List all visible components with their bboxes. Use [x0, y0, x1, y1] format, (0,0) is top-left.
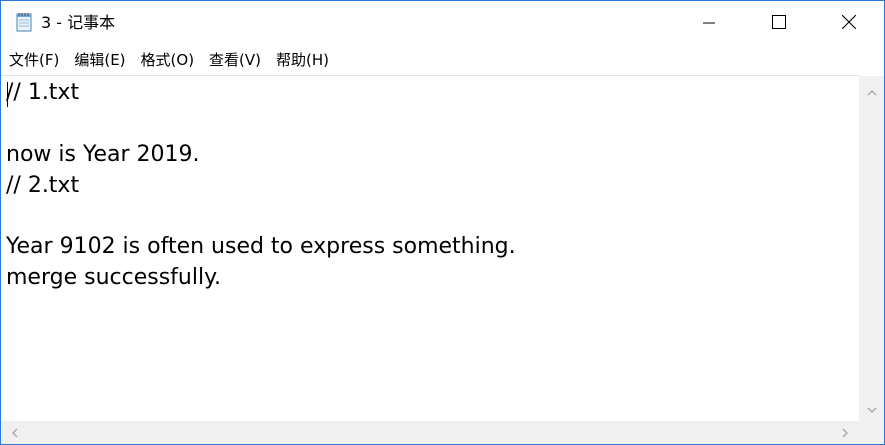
vertical-scrollbar[interactable]: [859, 76, 884, 421]
menu-file[interactable]: 文件(F): [1, 46, 66, 74]
window-title: 3 - 记事本: [41, 13, 116, 32]
chevron-right-icon: [842, 423, 848, 442]
horizontal-scrollbar[interactable]: [1, 421, 859, 444]
text-line-1: // 1.txt: [6, 80, 80, 105]
chevron-up-icon: [867, 81, 877, 100]
text-line-3: now is Year 2019.: [6, 142, 200, 167]
minimize-button[interactable]: [674, 1, 744, 45]
notepad-icon[interactable]: [14, 12, 34, 32]
maximize-button[interactable]: [744, 1, 814, 45]
close-button[interactable]: [814, 1, 884, 45]
maximize-icon: [772, 14, 786, 33]
menu-view[interactable]: 查看(V): [202, 46, 268, 74]
notepad-window: 3 - 记事本 文件(F) 编辑(E) 格式(O) 查看(V) 帮助(H) //…: [0, 0, 885, 445]
text-line-6: Year 9102 is often used to express somet…: [6, 234, 516, 259]
scroll-up-button[interactable]: [859, 78, 884, 102]
text-line-4: // 2.txt: [6, 173, 80, 198]
scroll-left-button[interactable]: [3, 421, 27, 444]
text-editor[interactable]: // 1.txt now is Year 2019. // 2.txt Year…: [1, 75, 859, 422]
chevron-left-icon: [12, 423, 18, 442]
menu-help[interactable]: 帮助(H): [269, 46, 336, 74]
menu-edit[interactable]: 编辑(E): [67, 46, 132, 74]
scroll-right-button[interactable]: [833, 421, 857, 444]
chevron-down-icon: [867, 398, 877, 417]
menu-bar: 文件(F) 编辑(E) 格式(O) 查看(V) 帮助(H): [1, 45, 884, 75]
minimize-icon: [703, 14, 715, 33]
close-icon: [841, 14, 857, 33]
title-bar[interactable]: 3 - 记事本: [1, 1, 884, 45]
menu-format[interactable]: 格式(O): [134, 46, 202, 74]
text-line-7: merge successfully.: [6, 265, 221, 290]
size-grip[interactable]: [859, 421, 884, 444]
scroll-down-button[interactable]: [859, 395, 884, 419]
